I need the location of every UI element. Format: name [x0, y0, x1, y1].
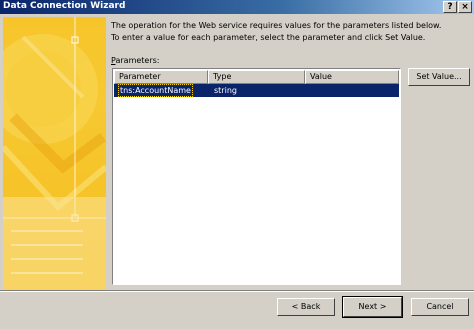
help-button[interactable]: ?: [443, 1, 457, 13]
set-value-button[interactable]: Set Value...: [408, 68, 470, 86]
parameter-name-cell[interactable]: tns:AccountName: [118, 84, 193, 97]
column-header-parameter[interactable]: Parameter: [114, 70, 208, 84]
cancel-button[interactable]: Cancel: [411, 298, 469, 316]
title-bar: Data Connection Wizard ? ×: [0, 0, 474, 14]
parameter-type-cell[interactable]: string: [214, 84, 237, 97]
parameters-label: Parameters:: [111, 56, 160, 65]
instruction-line-1: The operation for the Web service requir…: [111, 21, 442, 30]
wizard-illustration: [3, 17, 106, 289]
next-button[interactable]: Next >: [342, 296, 403, 318]
parameter-row[interactable]: tns:AccountName string: [114, 84, 399, 97]
instructions: The operation for the Web service requir…: [111, 20, 469, 44]
footer-divider-highlight: [0, 291, 474, 292]
parameters-label-rest: arameters:: [115, 56, 160, 65]
parameters-list[interactable]: Parameter Type Value tns:AccountName str…: [112, 68, 401, 285]
instruction-line-2: To enter a value for each parameter, sel…: [111, 33, 426, 42]
window-title: Data Connection Wizard: [3, 1, 126, 11]
wizard-art-panel: [3, 17, 106, 289]
close-button[interactable]: ×: [458, 1, 472, 13]
column-header-value[interactable]: Value: [305, 70, 399, 84]
column-header-type[interactable]: Type: [208, 70, 305, 84]
back-button[interactable]: < Back: [277, 298, 335, 316]
